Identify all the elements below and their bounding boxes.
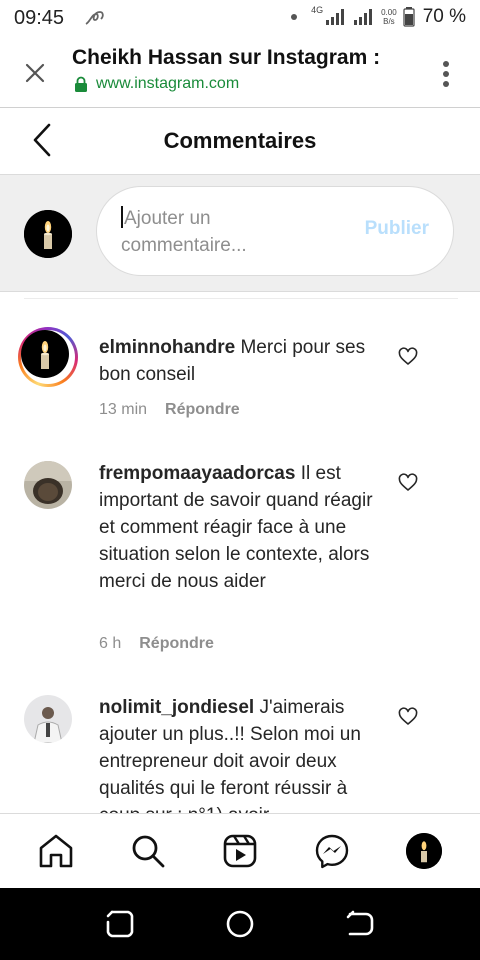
profile-avatar[interactable] bbox=[406, 833, 442, 869]
search-icon[interactable] bbox=[130, 833, 166, 869]
notification-icon bbox=[85, 11, 104, 25]
publish-button[interactable]: Publier bbox=[365, 218, 429, 240]
status-time: 09:45 bbox=[14, 7, 65, 29]
comment-meta: 6 h Répondre bbox=[99, 635, 214, 653]
comments-list[interactable]: elminnohandre Merci pour ses bon conseil… bbox=[0, 300, 480, 813]
candle-icon bbox=[406, 833, 442, 869]
recents-icon[interactable] bbox=[104, 908, 136, 940]
story-ring[interactable] bbox=[18, 327, 78, 387]
home-icon[interactable] bbox=[38, 833, 74, 869]
page-title: Commentaires bbox=[163, 128, 317, 153]
comment-username[interactable]: elminnohandre bbox=[99, 337, 235, 358]
commenter-avatar[interactable] bbox=[24, 461, 72, 509]
reply-button[interactable]: Répondre bbox=[165, 401, 240, 419]
bottom-navigation bbox=[0, 813, 480, 888]
browser-url: www.instagram.com bbox=[96, 75, 240, 92]
comment-text: frempomaayaadorcas Il est important de s… bbox=[99, 460, 381, 595]
browser-toolbar: Cheikh Hassan sur Instagram : www.instag… bbox=[0, 38, 480, 108]
comment-input[interactable]: Ajouter un commentaire... Publier bbox=[96, 186, 454, 276]
photo-avatar-icon bbox=[24, 461, 72, 509]
photo-avatar-icon bbox=[24, 695, 72, 743]
comment-text: elminnohandre Merci pour ses bon conseil bbox=[99, 334, 381, 388]
status-bar: 09:45 4G 0.00 B/s 70 % bbox=[0, 0, 480, 38]
comment-time: 13 min bbox=[99, 401, 148, 418]
speed-value: 0.00 bbox=[381, 8, 397, 17]
comment-username[interactable]: nolimit_jondiesel bbox=[99, 697, 254, 718]
messenger-icon[interactable] bbox=[314, 833, 350, 869]
signal-icon-2 bbox=[354, 9, 373, 25]
speed-unit: B/s bbox=[383, 17, 395, 26]
status-right: 4G 0.00 B/s 70 % bbox=[291, 5, 466, 28]
lock-icon bbox=[75, 76, 87, 92]
comment-composer: Ajouter un commentaire... Publier bbox=[0, 174, 480, 292]
network-type: 4G bbox=[311, 5, 324, 15]
heart-icon[interactable] bbox=[398, 347, 418, 367]
comment-meta: 13 min Répondre bbox=[99, 401, 240, 419]
browser-page-title: Cheikh Hassan sur Instagram : bbox=[72, 46, 381, 69]
user-avatar bbox=[24, 210, 72, 258]
placeholder-text: Ajouter un commentaire... bbox=[121, 208, 247, 256]
comment-username[interactable]: frempomaayaadorcas bbox=[99, 463, 295, 484]
candle-icon bbox=[21, 330, 69, 378]
comment-time: 6 h bbox=[99, 635, 122, 652]
more-vert-icon[interactable] bbox=[442, 60, 450, 88]
heart-icon[interactable] bbox=[398, 707, 418, 727]
comment-placeholder: Ajouter un commentaire... bbox=[121, 205, 341, 259]
comment-text: nolimit_jondiesel J'aimerais ajouter un … bbox=[99, 694, 381, 813]
text-caret bbox=[121, 206, 123, 228]
battery-icon bbox=[403, 7, 415, 27]
reels-icon[interactable] bbox=[222, 833, 258, 869]
signal-icon bbox=[326, 9, 345, 25]
reply-button[interactable]: Répondre bbox=[139, 635, 214, 653]
browser-url-row[interactable]: www.instagram.com bbox=[74, 75, 239, 93]
heart-icon[interactable] bbox=[398, 473, 418, 493]
status-dot bbox=[291, 14, 298, 20]
close-icon[interactable] bbox=[22, 60, 48, 86]
system-navigation-bar bbox=[0, 888, 480, 960]
battery-percent: 70 % bbox=[422, 6, 466, 27]
network-speed: 0.00 B/s bbox=[381, 8, 397, 26]
commenter-avatar bbox=[21, 330, 69, 378]
divider bbox=[24, 298, 458, 299]
candle-icon bbox=[24, 210, 72, 258]
back-icon[interactable] bbox=[344, 908, 376, 940]
home-circle-icon[interactable] bbox=[224, 908, 256, 940]
commenter-avatar[interactable] bbox=[24, 695, 72, 743]
comments-header: Commentaires bbox=[0, 108, 480, 174]
